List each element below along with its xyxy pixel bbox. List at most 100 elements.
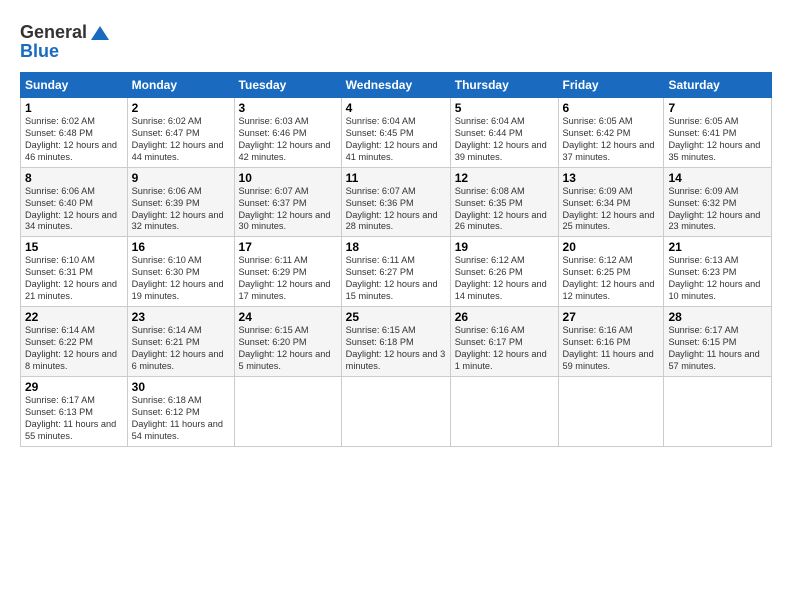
- weekday-header-monday: Monday: [127, 72, 234, 97]
- day-detail: Sunrise: 6:02 AMSunset: 6:48 PMDaylight:…: [25, 116, 117, 162]
- calendar-cell: 22Sunrise: 6:14 AMSunset: 6:22 PMDayligh…: [21, 307, 128, 377]
- day-number: 23: [132, 310, 230, 324]
- calendar-cell: 12Sunrise: 6:08 AMSunset: 6:35 PMDayligh…: [450, 167, 558, 237]
- day-number: 2: [132, 101, 230, 115]
- day-number: 15: [25, 240, 123, 254]
- day-detail: Sunrise: 6:10 AMSunset: 6:30 PMDaylight:…: [132, 255, 224, 301]
- day-detail: Sunrise: 6:11 AMSunset: 6:27 PMDaylight:…: [346, 255, 438, 301]
- day-number: 19: [455, 240, 554, 254]
- day-detail: Sunrise: 6:02 AMSunset: 6:47 PMDaylight:…: [132, 116, 224, 162]
- day-detail: Sunrise: 6:06 AMSunset: 6:40 PMDaylight:…: [25, 186, 117, 232]
- calendar-cell: 11Sunrise: 6:07 AMSunset: 6:36 PMDayligh…: [341, 167, 450, 237]
- calendar-cell: 16Sunrise: 6:10 AMSunset: 6:30 PMDayligh…: [127, 237, 234, 307]
- calendar-cell: 5Sunrise: 6:04 AMSunset: 6:44 PMDaylight…: [450, 97, 558, 167]
- calendar-cell: [558, 377, 664, 447]
- week-row-4: 22Sunrise: 6:14 AMSunset: 6:22 PMDayligh…: [21, 307, 772, 377]
- weekday-header-sunday: Sunday: [21, 72, 128, 97]
- weekday-header-row: SundayMondayTuesdayWednesdayThursdayFrid…: [21, 72, 772, 97]
- day-number: 16: [132, 240, 230, 254]
- day-number: 1: [25, 101, 123, 115]
- day-number: 30: [132, 380, 230, 394]
- logo-text: General Blue: [20, 22, 111, 62]
- weekday-header-wednesday: Wednesday: [341, 72, 450, 97]
- day-detail: Sunrise: 6:05 AMSunset: 6:42 PMDaylight:…: [563, 116, 655, 162]
- weekday-header-tuesday: Tuesday: [234, 72, 341, 97]
- day-number: 24: [239, 310, 337, 324]
- calendar-table: SundayMondayTuesdayWednesdayThursdayFrid…: [20, 72, 772, 447]
- calendar-cell: 17Sunrise: 6:11 AMSunset: 6:29 PMDayligh…: [234, 237, 341, 307]
- day-number: 10: [239, 171, 337, 185]
- calendar-cell: 24Sunrise: 6:15 AMSunset: 6:20 PMDayligh…: [234, 307, 341, 377]
- day-number: 14: [668, 171, 767, 185]
- week-row-5: 29Sunrise: 6:17 AMSunset: 6:13 PMDayligh…: [21, 377, 772, 447]
- day-detail: Sunrise: 6:09 AMSunset: 6:34 PMDaylight:…: [563, 186, 655, 232]
- day-number: 22: [25, 310, 123, 324]
- day-detail: Sunrise: 6:03 AMSunset: 6:46 PMDaylight:…: [239, 116, 331, 162]
- calendar-cell: [341, 377, 450, 447]
- day-number: 21: [668, 240, 767, 254]
- calendar-cell: 30Sunrise: 6:18 AMSunset: 6:12 PMDayligh…: [127, 377, 234, 447]
- day-number: 9: [132, 171, 230, 185]
- day-detail: Sunrise: 6:09 AMSunset: 6:32 PMDaylight:…: [668, 186, 760, 232]
- week-row-3: 15Sunrise: 6:10 AMSunset: 6:31 PMDayligh…: [21, 237, 772, 307]
- calendar-cell: 14Sunrise: 6:09 AMSunset: 6:32 PMDayligh…: [664, 167, 772, 237]
- logo-blue: Blue: [20, 42, 59, 62]
- day-number: 8: [25, 171, 123, 185]
- week-row-2: 8Sunrise: 6:06 AMSunset: 6:40 PMDaylight…: [21, 167, 772, 237]
- day-detail: Sunrise: 6:08 AMSunset: 6:35 PMDaylight:…: [455, 186, 547, 232]
- day-detail: Sunrise: 6:12 AMSunset: 6:26 PMDaylight:…: [455, 255, 547, 301]
- day-detail: Sunrise: 6:17 AMSunset: 6:13 PMDaylight:…: [25, 395, 116, 441]
- calendar-cell: 8Sunrise: 6:06 AMSunset: 6:40 PMDaylight…: [21, 167, 128, 237]
- calendar-cell: 26Sunrise: 6:16 AMSunset: 6:17 PMDayligh…: [450, 307, 558, 377]
- calendar-cell: 6Sunrise: 6:05 AMSunset: 6:42 PMDaylight…: [558, 97, 664, 167]
- calendar-cell: 7Sunrise: 6:05 AMSunset: 6:41 PMDaylight…: [664, 97, 772, 167]
- day-detail: Sunrise: 6:07 AMSunset: 6:37 PMDaylight:…: [239, 186, 331, 232]
- day-detail: Sunrise: 6:04 AMSunset: 6:44 PMDaylight:…: [455, 116, 547, 162]
- day-detail: Sunrise: 6:05 AMSunset: 6:41 PMDaylight:…: [668, 116, 760, 162]
- day-detail: Sunrise: 6:04 AMSunset: 6:45 PMDaylight:…: [346, 116, 438, 162]
- calendar-cell: [664, 377, 772, 447]
- day-detail: Sunrise: 6:06 AMSunset: 6:39 PMDaylight:…: [132, 186, 224, 232]
- day-number: 3: [239, 101, 337, 115]
- weekday-header-friday: Friday: [558, 72, 664, 97]
- day-number: 26: [455, 310, 554, 324]
- day-number: 25: [346, 310, 446, 324]
- calendar-cell: 20Sunrise: 6:12 AMSunset: 6:25 PMDayligh…: [558, 237, 664, 307]
- day-detail: Sunrise: 6:15 AMSunset: 6:18 PMDaylight:…: [346, 325, 446, 371]
- day-detail: Sunrise: 6:18 AMSunset: 6:12 PMDaylight:…: [132, 395, 223, 441]
- calendar-cell: 29Sunrise: 6:17 AMSunset: 6:13 PMDayligh…: [21, 377, 128, 447]
- weekday-header-thursday: Thursday: [450, 72, 558, 97]
- calendar-cell: 15Sunrise: 6:10 AMSunset: 6:31 PMDayligh…: [21, 237, 128, 307]
- calendar-cell: 4Sunrise: 6:04 AMSunset: 6:45 PMDaylight…: [341, 97, 450, 167]
- day-number: 12: [455, 171, 554, 185]
- calendar-cell: 9Sunrise: 6:06 AMSunset: 6:39 PMDaylight…: [127, 167, 234, 237]
- day-number: 29: [25, 380, 123, 394]
- day-number: 6: [563, 101, 660, 115]
- day-number: 27: [563, 310, 660, 324]
- calendar-cell: 28Sunrise: 6:17 AMSunset: 6:15 PMDayligh…: [664, 307, 772, 377]
- calendar-cell: 27Sunrise: 6:16 AMSunset: 6:16 PMDayligh…: [558, 307, 664, 377]
- day-detail: Sunrise: 6:13 AMSunset: 6:23 PMDaylight:…: [668, 255, 760, 301]
- day-number: 5: [455, 101, 554, 115]
- weekday-header-saturday: Saturday: [664, 72, 772, 97]
- logo-icon: [89, 22, 111, 44]
- day-number: 28: [668, 310, 767, 324]
- calendar-cell: 1Sunrise: 6:02 AMSunset: 6:48 PMDaylight…: [21, 97, 128, 167]
- calendar-cell: 3Sunrise: 6:03 AMSunset: 6:46 PMDaylight…: [234, 97, 341, 167]
- day-detail: Sunrise: 6:12 AMSunset: 6:25 PMDaylight:…: [563, 255, 655, 301]
- day-number: 4: [346, 101, 446, 115]
- day-detail: Sunrise: 6:07 AMSunset: 6:36 PMDaylight:…: [346, 186, 438, 232]
- header: General Blue: [20, 18, 772, 62]
- day-detail: Sunrise: 6:15 AMSunset: 6:20 PMDaylight:…: [239, 325, 331, 371]
- calendar-cell: 13Sunrise: 6:09 AMSunset: 6:34 PMDayligh…: [558, 167, 664, 237]
- day-detail: Sunrise: 6:17 AMSunset: 6:15 PMDaylight:…: [668, 325, 759, 371]
- day-number: 7: [668, 101, 767, 115]
- day-detail: Sunrise: 6:14 AMSunset: 6:21 PMDaylight:…: [132, 325, 224, 371]
- day-number: 11: [346, 171, 446, 185]
- calendar-cell: 23Sunrise: 6:14 AMSunset: 6:21 PMDayligh…: [127, 307, 234, 377]
- calendar-cell: 25Sunrise: 6:15 AMSunset: 6:18 PMDayligh…: [341, 307, 450, 377]
- day-number: 18: [346, 240, 446, 254]
- week-row-1: 1Sunrise: 6:02 AMSunset: 6:48 PMDaylight…: [21, 97, 772, 167]
- calendar-cell: 19Sunrise: 6:12 AMSunset: 6:26 PMDayligh…: [450, 237, 558, 307]
- logo-general: General: [20, 22, 87, 42]
